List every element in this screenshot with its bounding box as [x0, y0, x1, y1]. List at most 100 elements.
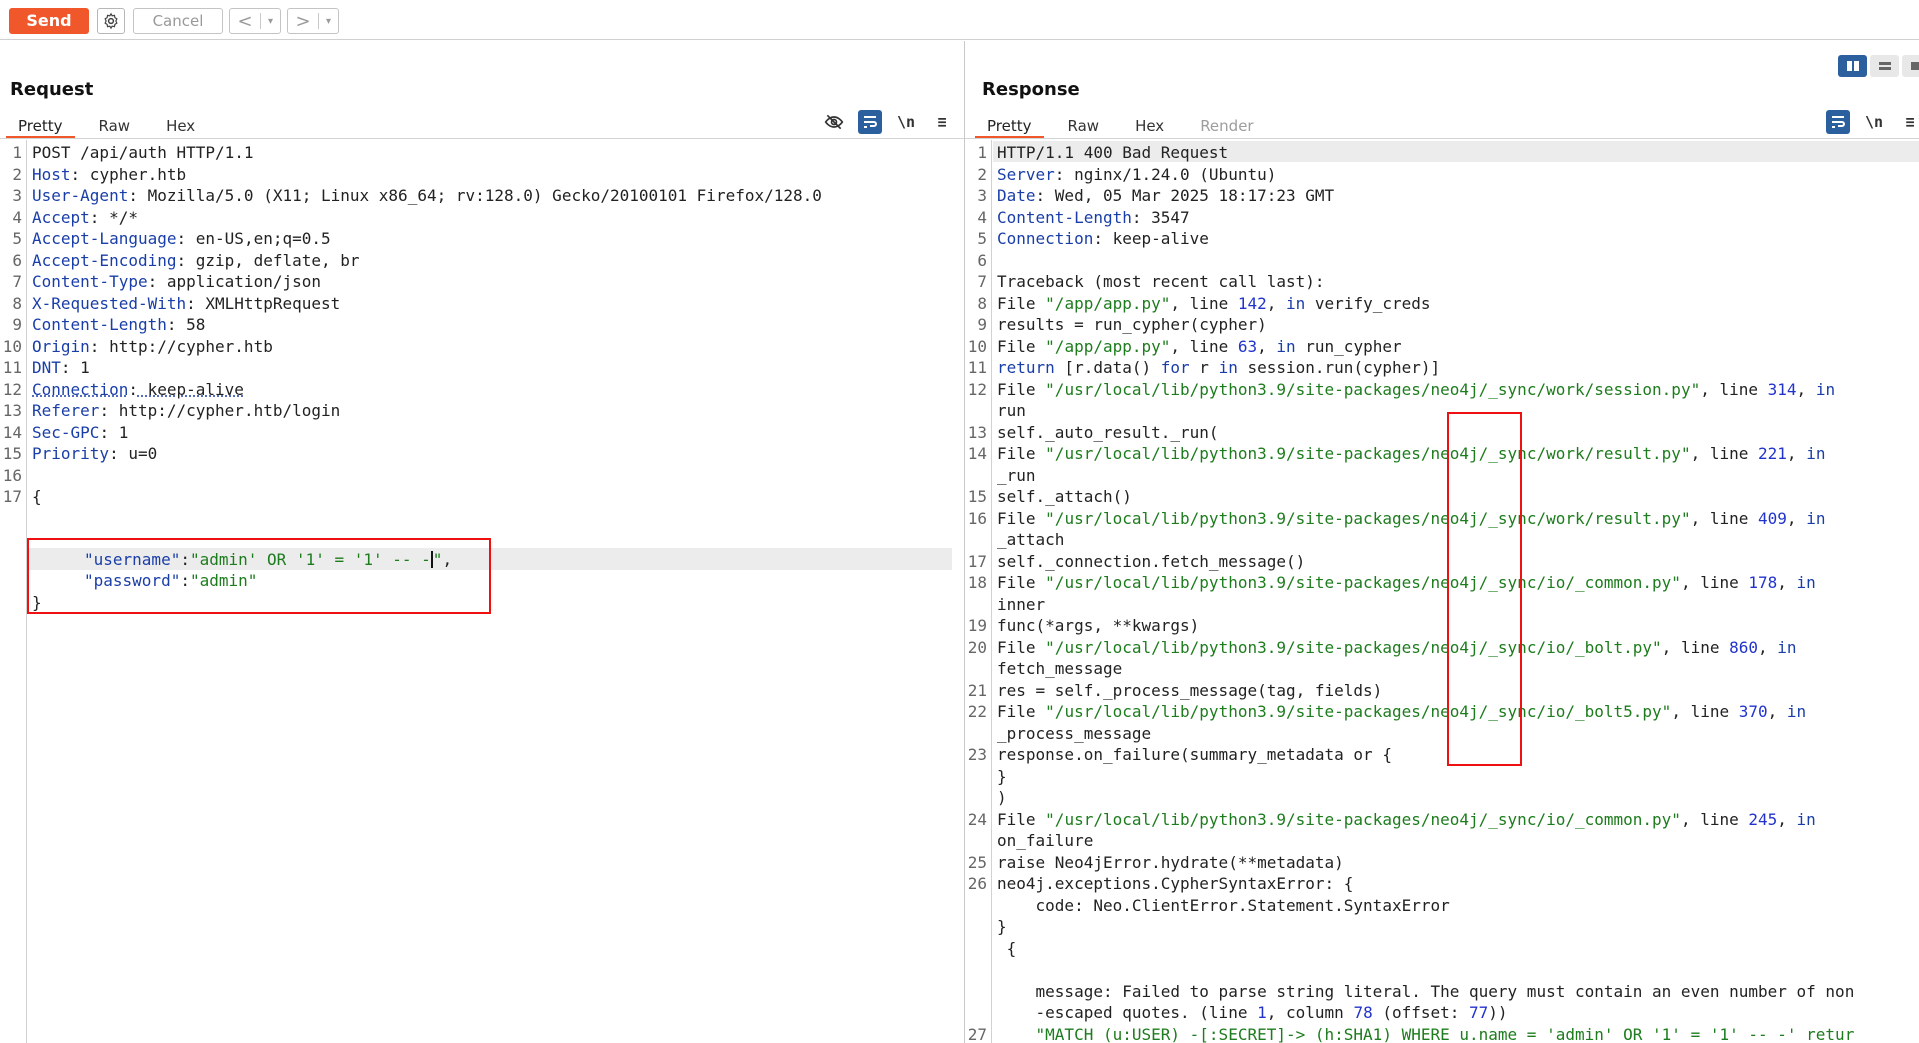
text: ,: [1786, 508, 1807, 528]
response-line: on_failure: [997, 830, 1093, 852]
single-view-icon[interactable]: [1902, 55, 1919, 77]
keyword: in: [1286, 293, 1306, 313]
text: ): [997, 788, 1007, 807]
text: ,: [1266, 293, 1287, 313]
text: _attach: [997, 530, 1065, 549]
response-line: response.on_failure(summary_metadata or …: [997, 744, 1392, 766]
line-number: 17: [2, 487, 22, 506]
text: File: [997, 444, 1046, 463]
text: ,: [1257, 336, 1277, 356]
tab-hex[interactable]: Hex: [1123, 111, 1176, 139]
wrap-icon[interactable]: [858, 110, 882, 134]
line-number: 9: [12, 315, 22, 334]
toolbar: Send Cancel < ▾ > ▾: [0, 0, 1919, 40]
forward-button[interactable]: > ▾: [287, 8, 339, 34]
response-line: fetch_message: [997, 658, 1122, 680]
string-literal: "MATCH (u:USER) -[:SECRET]-> (h:SHA1) WH…: [997, 1024, 1855, 1043]
json-value-tail: ": [432, 550, 443, 569]
response-line: run: [997, 400, 1026, 422]
line-number: 3: [977, 186, 987, 205]
number-literal: 78: [1353, 1003, 1373, 1022]
eye-slash-icon[interactable]: [822, 110, 846, 134]
gear-icon: [104, 12, 118, 30]
text: , line: [1671, 702, 1739, 721]
response-line: ): [997, 787, 1007, 809]
tab-pretty[interactable]: Pretty: [6, 111, 75, 139]
line-number: 11: [2, 358, 22, 377]
chevron-down-icon[interactable]: ▾: [261, 16, 280, 27]
request-line: Accept-Language: en-US,en;q=0.5: [32, 229, 331, 248]
header-value: 1: [109, 422, 129, 442]
request-line: POST /api/auth HTTP/1.1: [32, 142, 254, 164]
text: , line: [1700, 379, 1768, 399]
number-literal: 77: [1469, 1003, 1489, 1022]
stacked-view-icon[interactable]: [1870, 55, 1899, 77]
string-literal: "/usr/local/lib/python3.9/site-packages/…: [1045, 573, 1681, 592]
cancel-button[interactable]: Cancel: [133, 8, 223, 34]
number-literal: 221: [1758, 444, 1787, 463]
header-name: Sec-GPC: [32, 422, 100, 442]
header-value: gzip, deflate, br: [186, 250, 360, 270]
wrap-icon[interactable]: [1826, 110, 1850, 134]
number-literal: 63: [1237, 336, 1258, 356]
tab-raw[interactable]: Raw: [87, 111, 143, 139]
split-view-icon[interactable]: [1838, 55, 1867, 77]
response-editor-toolbar: \n ≡: [1826, 110, 1919, 134]
number-literal: 314: [1767, 379, 1797, 399]
text: , line: [1170, 336, 1238, 356]
line-number: 15: [967, 487, 987, 506]
line-number: 5: [12, 229, 22, 248]
text: }: [997, 917, 1007, 936]
back-button[interactable]: < ▾: [229, 8, 281, 34]
request-line: User-Agent: Mozilla/5.0 (X11; Linux x86_…: [32, 186, 822, 205]
header-value: 58: [176, 315, 206, 334]
chevron-right-icon: >: [295, 10, 311, 32]
header-name: DNT: [32, 358, 61, 377]
newline-icon[interactable]: \n: [894, 110, 918, 134]
line-number: 16: [967, 508, 987, 528]
chevron-down-icon[interactable]: ▾: [319, 16, 338, 27]
json-key: "username": [84, 550, 181, 569]
response-line: }: [997, 916, 1007, 938]
request-editor[interactable]: 1 POST /api/auth HTTP/1.1 2 Host: cypher.ht…: [0, 140, 964, 1043]
response-line: Connection: keep-alive: [997, 228, 1209, 250]
line-number: 3: [12, 186, 22, 205]
header-name: Priority: [32, 444, 110, 463]
menu-icon[interactable]: ≡: [930, 110, 954, 134]
text: )): [1488, 1003, 1508, 1022]
line-number: 2: [977, 164, 987, 184]
string-literal: "/app/app.py": [1045, 336, 1171, 356]
response-editor[interactable]: 1 HTTP/1.1 400 Bad Request 2 Server: nginx/…: [965, 140, 1919, 1043]
response-line: message: Failed to parse string literal.…: [997, 981, 1855, 1003]
number-literal: 142: [1237, 293, 1267, 313]
menu-icon[interactable]: ≡: [1898, 110, 1919, 134]
line-number: 11: [967, 358, 987, 377]
text: inner: [997, 594, 1046, 614]
newline-icon[interactable]: \n: [1862, 110, 1886, 134]
keyword: in: [1777, 637, 1797, 657]
line-number: 7: [977, 272, 987, 291]
response-title: Response: [982, 79, 1080, 100]
json-value: "admin": [189, 571, 258, 590]
tab-pretty[interactable]: Pretty: [975, 111, 1044, 139]
settings-button[interactable]: [97, 8, 125, 34]
request-title: Request: [10, 79, 94, 100]
text: , line: [1690, 444, 1759, 463]
response-line: {: [997, 938, 1017, 960]
tab-render[interactable]: Render: [1188, 111, 1265, 139]
tab-raw[interactable]: Raw: [1056, 111, 1112, 139]
tab-hex[interactable]: Hex: [154, 111, 207, 139]
json-close-line: }: [32, 593, 42, 612]
header-value: u=0: [118, 444, 158, 463]
text: results = run_cypher(cypher): [997, 315, 1267, 334]
text: -escaped quotes. (line: [997, 1003, 1258, 1022]
line-number: 25: [967, 852, 987, 872]
text: File: [997, 702, 1046, 721]
send-button[interactable]: Send: [9, 8, 89, 34]
keyword: in: [1796, 573, 1816, 592]
text: _process_message: [997, 723, 1152, 743]
line-number: 14: [967, 444, 987, 463]
header-name: Content-Length: [32, 315, 167, 334]
line-number: 12: [2, 379, 22, 399]
string-literal: "/usr/local/lib/python3.9/site-packages/…: [1045, 444, 1691, 463]
